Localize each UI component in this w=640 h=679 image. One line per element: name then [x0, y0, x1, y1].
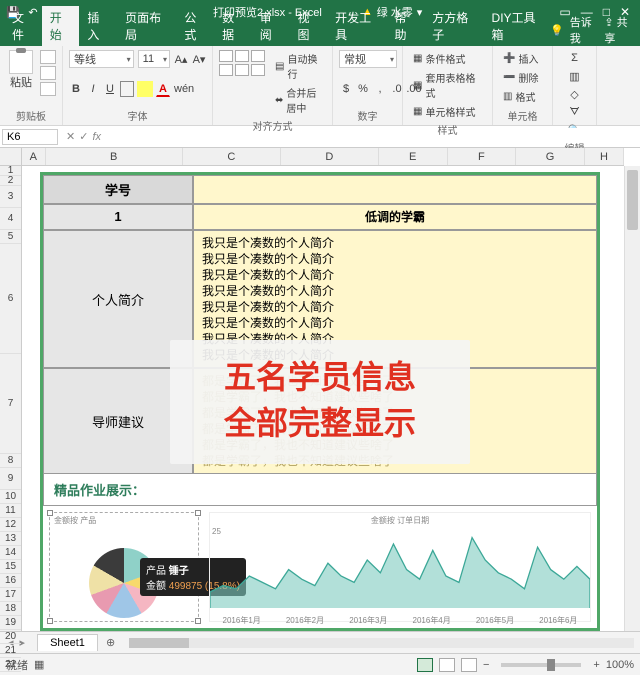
scroll-thumb[interactable]: [627, 170, 638, 230]
fill-color-button[interactable]: [137, 81, 153, 97]
zoom-slider[interactable]: [501, 663, 581, 667]
tab-help[interactable]: 帮助: [387, 6, 425, 46]
select-all-triangle[interactable]: [0, 148, 22, 166]
tab-layout[interactable]: 页面布局: [117, 6, 176, 46]
clipboard-icon: [9, 50, 33, 74]
cond-format-button[interactable]: ▦ 条件格式: [409, 50, 486, 67]
fill-icon[interactable]: ▥: [559, 68, 590, 84]
view-layout-button[interactable]: [439, 658, 455, 672]
area-svg: [210, 528, 590, 608]
delete-cells-button[interactable]: ➖ 删除: [499, 69, 546, 86]
group-clipboard: 粘贴 剪贴板: [0, 46, 63, 125]
fx-icon[interactable]: fx: [92, 131, 101, 143]
tab-diy[interactable]: DIY工具箱: [484, 6, 551, 46]
tab-dev[interactable]: 开发工具: [327, 6, 386, 46]
row-headers[interactable]: 12345678910111213141516171819202122: [0, 166, 22, 631]
status-bar: 就绪 ▦ − + 100%: [0, 653, 640, 675]
phonetic-button[interactable]: wén: [173, 81, 195, 97]
tab-data[interactable]: 数据: [214, 6, 252, 46]
group-cells: ➕ 插入 ➖ 删除 ▥ 格式 单元格: [493, 46, 553, 125]
view-normal-button[interactable]: [417, 658, 433, 672]
percent-icon[interactable]: %: [356, 81, 370, 97]
group-number: 常规 $ % , .0 .00 数字: [333, 46, 403, 125]
paste-button[interactable]: 粘贴: [6, 50, 36, 96]
enter-fx-icon[interactable]: ✓: [79, 130, 88, 143]
new-sheet-button[interactable]: ⊕: [98, 636, 123, 649]
area-chart[interactable]: 金额按 订单日期 25 2016年1月2016年2月2016年3月2016年4月…: [209, 512, 591, 622]
font-size-select[interactable]: 11: [138, 50, 170, 68]
macro-record-icon[interactable]: ▦: [34, 658, 44, 671]
group-font: 等线 11 A▴ A▾ B I U A wén 字体: [63, 46, 213, 125]
name-value: 低调的学霸: [193, 204, 597, 230]
wrap-text-button[interactable]: ▤ 自动换行: [271, 50, 326, 82]
tell-me[interactable]: 告诉我: [570, 14, 599, 46]
cell-style-button[interactable]: ▦ 单元格样式: [409, 103, 486, 120]
sheet-tab-1[interactable]: Sheet1: [37, 634, 98, 651]
sheet-tab-bar: ◂ ▸ Sheet1 ⊕: [0, 631, 640, 653]
share-button[interactable]: ⇪ 共享: [604, 14, 634, 46]
pie-chart[interactable]: 金额按 产品 产品 锤子 金额 499875 (15.8%): [49, 512, 199, 622]
column-headers[interactable]: ABCDEFGH: [22, 148, 624, 166]
header-name-blank: [193, 175, 597, 204]
inc-decimal-icon[interactable]: .0: [390, 81, 404, 97]
zoom-in-button[interactable]: +: [593, 659, 599, 671]
area-ytick: 25: [212, 527, 221, 536]
number-format-select[interactable]: 常规: [339, 50, 397, 68]
italic-button[interactable]: I: [86, 81, 100, 97]
ribbon: 粘贴 剪贴板 等线 11 A▴ A▾ B I U A wén 字体: [0, 46, 640, 126]
horizontal-scrollbar[interactable]: [129, 638, 634, 648]
tellme-icon: 💡: [550, 24, 564, 37]
comma-icon[interactable]: ,: [373, 81, 387, 97]
view-break-button[interactable]: [461, 658, 477, 672]
overlay-caption: 五名学员信息 全部完整显示: [170, 340, 470, 464]
tab-view[interactable]: 视图: [289, 6, 327, 46]
cancel-fx-icon[interactable]: ✕: [66, 130, 75, 143]
tab-home[interactable]: 开始: [42, 6, 80, 46]
vertical-scrollbar[interactable]: [624, 166, 640, 631]
format-painter-icon[interactable]: [40, 82, 56, 96]
group-styles: ▦ 条件格式 ▦ 套用表格格式 ▦ 单元格样式 样式: [403, 46, 493, 125]
font-color-button[interactable]: A: [156, 81, 170, 97]
group-align: ▤ 自动换行 ⬌ 合并后居中 对齐方式: [213, 46, 333, 125]
zoom-out-button[interactable]: −: [483, 659, 489, 671]
ribbon-tabs: 文件 开始 插入 页面布局 公式 数据 审阅 视图 开发工具 帮助 方方格子 D…: [0, 24, 640, 46]
header-id-label: 学号: [43, 175, 193, 204]
cut-icon[interactable]: [40, 50, 56, 64]
border-button[interactable]: [120, 81, 134, 97]
tab-file[interactable]: 文件: [4, 6, 42, 46]
group-editing: Σ ▥ ◇ ᗊ 🔍 编辑: [553, 46, 597, 125]
tab-insert[interactable]: 插入: [79, 6, 117, 46]
scroll-thumb[interactable]: [129, 638, 189, 648]
bold-button[interactable]: B: [69, 81, 83, 97]
showcase-title: 精品作业展示：: [43, 474, 597, 506]
format-cells-button[interactable]: ▥ 格式: [499, 88, 546, 105]
clear-icon[interactable]: ◇: [559, 86, 590, 102]
currency-icon[interactable]: $: [339, 81, 353, 97]
tab-review[interactable]: 审阅: [252, 6, 290, 46]
name-box[interactable]: K6: [2, 129, 58, 145]
autosum-icon[interactable]: Σ: [559, 50, 590, 66]
area-title: 金额按 订单日期: [210, 513, 590, 528]
tab-formulas[interactable]: 公式: [176, 6, 214, 46]
pie-title: 金额按 产品: [50, 513, 198, 528]
tab-ffgz[interactable]: 方方格子: [424, 6, 483, 46]
zoom-level[interactable]: 100%: [606, 659, 634, 671]
insert-cells-button[interactable]: ➕ 插入: [499, 50, 546, 67]
id-value: 1: [43, 204, 193, 230]
area-xaxis: 2016年1月2016年2月2016年3月2016年4月2016年5月2016年…: [210, 613, 590, 626]
align-grid[interactable]: [219, 50, 265, 76]
merge-center-button[interactable]: ⬌ 合并后居中: [271, 84, 326, 116]
sort-filter-icon[interactable]: ᗊ: [559, 104, 590, 120]
decrease-font-icon[interactable]: A▾: [192, 51, 206, 67]
table-format-button[interactable]: ▦ 套用表格格式: [409, 69, 486, 101]
copy-icon[interactable]: [40, 66, 56, 80]
font-name-select[interactable]: 等线: [69, 50, 134, 68]
underline-button[interactable]: U: [103, 81, 117, 97]
increase-font-icon[interactable]: A▴: [174, 51, 188, 67]
